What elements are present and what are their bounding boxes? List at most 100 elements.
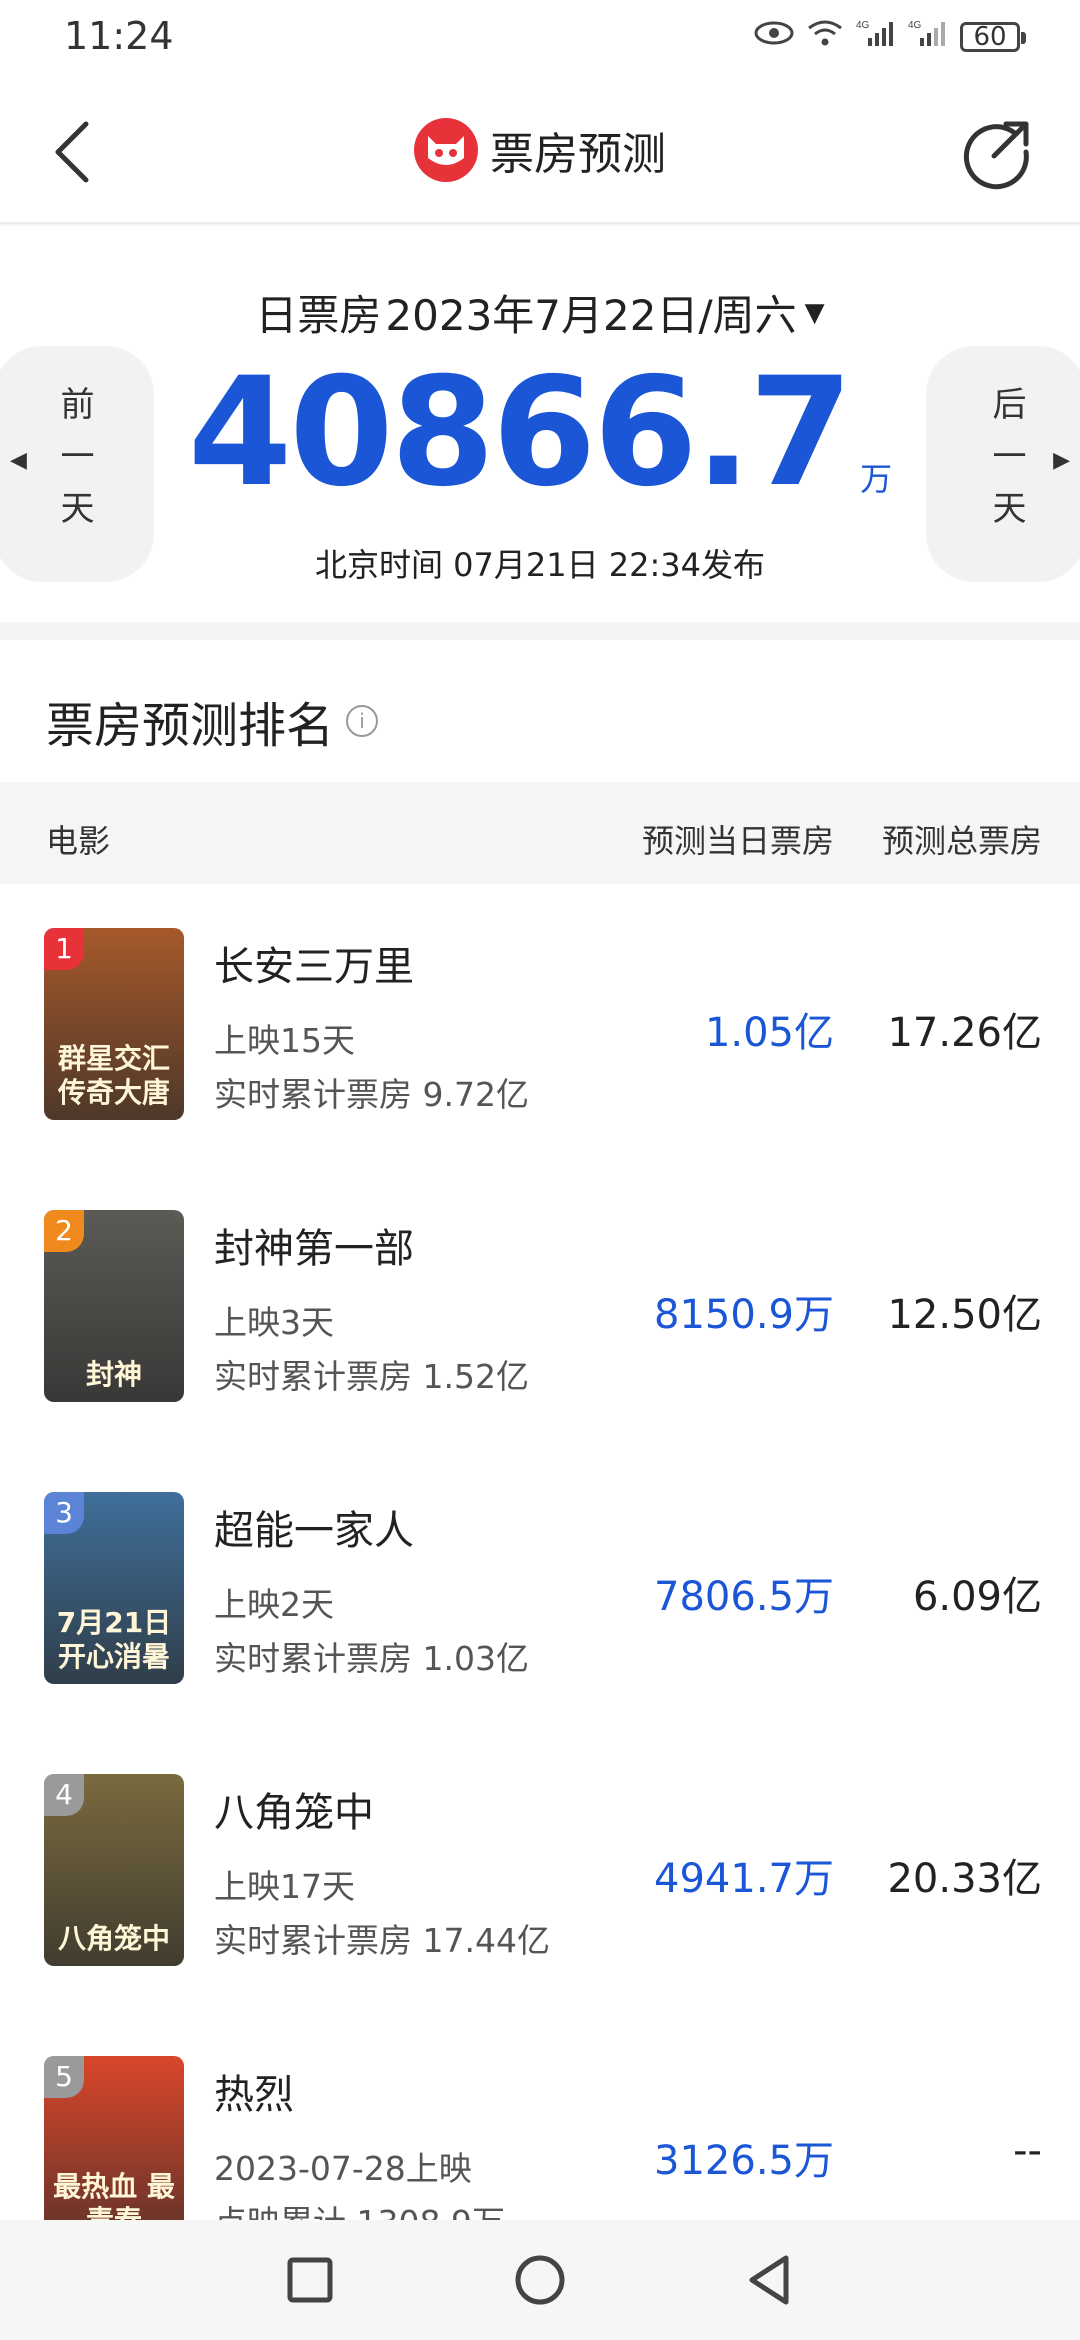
daily-value: 4941.7 bbox=[654, 1856, 794, 1902]
movie-row[interactable]: 2 封神 封神第一部 上映3天 实时累计票房 1.52亿 8150.9万 12.… bbox=[0, 1166, 1080, 1448]
daily-unit: 万 bbox=[794, 1292, 834, 1338]
date-prefix: 日票房 bbox=[255, 291, 382, 340]
col-total: 预测总票房 bbox=[881, 822, 1042, 860]
info-icon[interactable]: i bbox=[346, 705, 379, 737]
publish-date: 07月21日 bbox=[453, 546, 599, 584]
predicted-total: 6.09亿 bbox=[913, 1564, 1042, 1622]
system-nav-bar bbox=[0, 2220, 1080, 2340]
movie-poster: 4 八角笼中 bbox=[44, 1774, 184, 1966]
signal-icon-2: 4G bbox=[908, 18, 948, 55]
daily-value: 1.05 bbox=[704, 1010, 794, 1056]
selected-date: 2023年7月22日/周六 bbox=[385, 291, 797, 340]
daily-boxoffice-hero: 日票房 2023年7月22日/周六 ▼ ◀ 前一天 40866.7 万 后一天 … bbox=[0, 226, 1080, 622]
poster-text: 群星交汇 传奇大唐 bbox=[57, 1042, 170, 1109]
section-title: 票房预测排名 bbox=[46, 698, 335, 754]
movie-row[interactable]: 3 7月21日 开心消暑 超能一家人 上映2天 实时累计票房 1.03亿 780… bbox=[0, 1448, 1080, 1730]
poster-text: 八角笼中 bbox=[57, 1922, 170, 1955]
daily-unit: 万 bbox=[794, 1856, 834, 1902]
ranking-section: 票房预测排名 i 电影 预测当日票房 预测总票房 1 群星交汇 传奇大唐 长安三… bbox=[0, 640, 1080, 2248]
caret-down-icon: ▼ bbox=[804, 297, 825, 328]
movie-release-info: 2023-07-28上映 bbox=[214, 2149, 472, 2188]
publish-time: 22:34发布 bbox=[608, 546, 766, 584]
total-value: 20.33 bbox=[887, 1856, 1002, 1902]
total-value: -- bbox=[1013, 2128, 1042, 2174]
total-unit: 亿 bbox=[1002, 1856, 1042, 1902]
square-icon bbox=[287, 2257, 333, 2303]
movie-cumulative: 实时累计票房 1.03亿 bbox=[214, 1639, 529, 1678]
movie-poster: 2 封神 bbox=[44, 1210, 184, 1402]
status-bar: 11:24 4G 4G 60 bbox=[0, 0, 1080, 80]
col-daily: 预测当日票房 bbox=[641, 822, 834, 860]
total-value: 12.50 bbox=[887, 1292, 1002, 1338]
share-icon bbox=[963, 121, 1029, 190]
battery-icon: 60 bbox=[960, 21, 1026, 52]
poster-text: 7月21日 开心消暑 bbox=[56, 1606, 172, 1673]
total-unit: 亿 bbox=[1002, 1010, 1042, 1056]
date-selector[interactable]: 日票房 2023年7月22日/周六 ▼ bbox=[0, 282, 1080, 343]
daily-unit: 万 bbox=[794, 2138, 834, 2184]
daily-value: 3126.5 bbox=[654, 2138, 794, 2184]
section-title-group: 票房预测排名 i bbox=[46, 686, 379, 756]
predicted-daily: 3126.5万 bbox=[654, 2128, 834, 2186]
movie-cumulative: 实时累计票房 1.52亿 bbox=[214, 1357, 529, 1396]
movie-cumulative: 实时累计票房 17.44亿 bbox=[214, 1921, 550, 1960]
movie-row[interactable]: 1 群星交汇 传奇大唐 长安三万里 上映15天 实时累计票房 9.72亿 1.0… bbox=[0, 884, 1080, 1166]
publish-info: 北京时间 07月21日 22:34发布 bbox=[0, 540, 1080, 586]
publish-prefix: 北京时间 bbox=[314, 546, 443, 584]
predicted-total: 12.50亿 bbox=[887, 1282, 1042, 1340]
daily-unit: 万 bbox=[794, 1574, 834, 1620]
total-unit: 亿 bbox=[1002, 1574, 1042, 1620]
next-day-label: 后一天 bbox=[986, 386, 1026, 542]
table-header: 电影 预测当日票房 预测总票房 bbox=[0, 782, 1080, 884]
nav-bar: 票房预测 bbox=[0, 80, 1080, 224]
predicted-daily: 1.05亿 bbox=[705, 1000, 834, 1058]
movie-title: 封神第一部 bbox=[214, 1226, 414, 1272]
boxoffice-amount-group: 40866.7 万 bbox=[0, 358, 1080, 508]
status-time: 11:24 bbox=[64, 14, 174, 58]
page-title: 票房预测 bbox=[490, 129, 666, 180]
status-icons: 4G 4G 60 bbox=[754, 18, 1026, 55]
circle-icon bbox=[515, 2255, 565, 2305]
daily-value: 8150.9 bbox=[654, 1292, 794, 1338]
wifi-icon bbox=[806, 18, 844, 55]
predicted-daily: 4941.7万 bbox=[654, 1846, 834, 1904]
system-back-button[interactable] bbox=[740, 2250, 800, 2310]
rank-badge: 5 bbox=[44, 2056, 84, 2098]
rank-badge: 3 bbox=[44, 1492, 84, 1534]
movie-release-info: 上映3天 bbox=[214, 1303, 334, 1342]
triangle-back-icon bbox=[749, 2255, 789, 2305]
movie-release-info: 上映17天 bbox=[214, 1867, 355, 1906]
movie-poster: 1 群星交汇 传奇大唐 bbox=[44, 928, 184, 1120]
daily-value: 7806.5 bbox=[654, 1574, 794, 1620]
net-label-2: 4G bbox=[908, 20, 922, 31]
movie-row[interactable]: 4 八角笼中 八角笼中 上映17天 实时累计票房 17.44亿 4941.7万 … bbox=[0, 1730, 1080, 2012]
predicted-total: 17.26亿 bbox=[887, 1000, 1042, 1058]
daily-unit: 亿 bbox=[794, 1010, 834, 1056]
cat-logo-icon bbox=[414, 118, 478, 182]
predicted-daily: 8150.9万 bbox=[654, 1282, 834, 1340]
movie-poster: 3 7月21日 开心消暑 bbox=[44, 1492, 184, 1684]
total-value: 17.26 bbox=[887, 1010, 1002, 1056]
triangle-right-icon: ▶ bbox=[1053, 448, 1070, 473]
rank-badge: 4 bbox=[44, 1774, 84, 1816]
movie-release-info: 上映2天 bbox=[214, 1585, 334, 1624]
movie-title: 热烈 bbox=[214, 2072, 294, 2118]
recent-apps-button[interactable] bbox=[280, 2250, 340, 2310]
total-value: 6.09 bbox=[912, 1574, 1002, 1620]
amount-unit: 万 bbox=[860, 460, 893, 498]
movie-title: 长安三万里 bbox=[214, 944, 414, 990]
rank-badge: 2 bbox=[44, 1210, 84, 1252]
share-button[interactable] bbox=[960, 114, 1036, 190]
movie-title: 八角笼中 bbox=[214, 1790, 374, 1836]
signal-icon-1: 4G bbox=[856, 18, 896, 55]
predicted-total: -- bbox=[1013, 2128, 1042, 2174]
predicted-daily: 7806.5万 bbox=[654, 1564, 834, 1622]
poster-text: 封神 bbox=[85, 1358, 142, 1391]
net-label-1: 4G bbox=[856, 20, 870, 31]
boxoffice-amount: 40866.7 bbox=[187, 346, 853, 520]
movie-list: 1 群星交汇 传奇大唐 长安三万里 上映15天 实时累计票房 9.72亿 1.0… bbox=[0, 884, 1080, 2294]
rank-badge: 1 bbox=[44, 928, 84, 970]
home-button[interactable] bbox=[510, 2250, 570, 2310]
movie-title: 超能一家人 bbox=[214, 1508, 414, 1554]
nav-title-group: 票房预测 bbox=[0, 118, 1080, 182]
